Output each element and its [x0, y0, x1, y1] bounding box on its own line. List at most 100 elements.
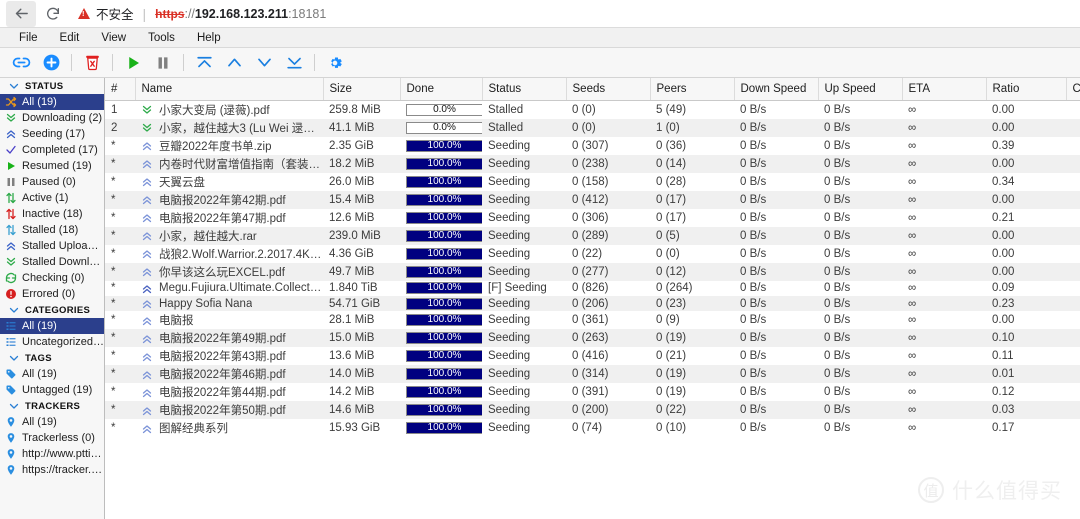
- table-row[interactable]: * 小家，越住越大.rar 239.0 MiB 100.0% Seeding 0 (289…: [105, 226, 1080, 245]
- move-top-button[interactable]: [189, 50, 219, 76]
- cell-eta: ∞: [902, 311, 986, 330]
- menu-item-file[interactable]: File: [8, 28, 49, 48]
- cell-peers: 0 (21): [650, 347, 734, 366]
- sidebar-item-trackers[interactable]: http://www.ptti…: [0, 446, 104, 462]
- cell-cat: [1066, 100, 1080, 119]
- move-down-button[interactable]: [249, 50, 279, 76]
- torrent-table-container[interactable]: # Name Size Done Status Seeds Peers Down Speed U…: [105, 78, 1080, 519]
- table-row[interactable]: * 电脑报2022年第49期.pdf 15.0 MiB 100.0% Seeding 0 …: [105, 329, 1080, 348]
- sidebar-item-status[interactable]: Checking (0): [0, 270, 104, 286]
- double-chevron-up-icon: [141, 333, 153, 344]
- table-row[interactable]: * 电脑报2022年第50期.pdf 14.6 MiB 100.0% Seeding 0 …: [105, 401, 1080, 420]
- column-header-size[interactable]: Size: [323, 78, 401, 101]
- double-chevron-up-icon: [141, 283, 153, 294]
- sidebar-item-tags[interactable]: All (19): [0, 366, 104, 382]
- sidebar-item-status[interactable]: Paused (0): [0, 174, 104, 190]
- cell-size: 49.7 MiB: [323, 262, 400, 281]
- sidebar-section-header-status[interactable]: STATUS: [0, 78, 104, 94]
- sidebar-item-label: Completed (17): [22, 144, 98, 156]
- settings-button[interactable]: [320, 50, 350, 76]
- add-torrent-link-button[interactable]: [6, 50, 36, 76]
- sidebar-item-status[interactable]: All (19): [0, 94, 104, 110]
- add-torrent-file-button[interactable]: [36, 50, 66, 76]
- progress-label: 100.0%: [427, 350, 462, 362]
- column-header-eta[interactable]: ETA: [902, 78, 987, 101]
- cell-cat: [1066, 190, 1080, 209]
- table-row[interactable]: * 豆瓣2022年度书单.zip 2.35 GiB 100.0% Seeding 0 (3…: [105, 136, 1080, 155]
- table-row[interactable]: * 电脑报2022年第42期.pdf 15.4 MiB 100.0% Seeding 0 …: [105, 190, 1080, 209]
- column-header-seeds[interactable]: Seeds: [566, 78, 651, 101]
- sidebar-item-status[interactable]: Active (1): [0, 190, 104, 206]
- table-row[interactable]: * 你早该这么玩EXCEL.pdf 49.7 MiB 100.0% Seeding 0 (…: [105, 262, 1080, 281]
- menu-item-tools[interactable]: Tools: [137, 28, 186, 48]
- sidebar-item-categories[interactable]: All (19): [0, 318, 104, 334]
- menu-item-edit[interactable]: Edit: [49, 28, 91, 48]
- pause-icon: [158, 56, 168, 69]
- column-header-name[interactable]: Name: [135, 78, 324, 101]
- resume-button[interactable]: [118, 50, 148, 76]
- cell-cat: [1066, 262, 1080, 281]
- cell-cat: [1066, 280, 1080, 296]
- reload-button[interactable]: [38, 1, 68, 27]
- column-header-status[interactable]: Status: [482, 78, 567, 101]
- sidebar-item-status[interactable]: Inactive (18): [0, 206, 104, 222]
- table-row[interactable]: 1 小家大变局 (逯薇).pdf 259.8 MiB 0.0% Stalled 0 (0)…: [105, 100, 1080, 119]
- column-header-idx[interactable]: #: [105, 78, 136, 101]
- move-bottom-button[interactable]: [279, 50, 309, 76]
- cell-status: Seeding: [482, 226, 566, 245]
- move-up-button[interactable]: [219, 50, 249, 76]
- column-header-peers[interactable]: Peers: [650, 78, 735, 101]
- cell-status: Seeding: [482, 190, 566, 209]
- table-row[interactable]: * 图解经典系列 15.93 GiB 100.0% Seeding 0 (74) 0 (10…: [105, 419, 1080, 438]
- table-row[interactable]: * Megu.Fujiura.Ultimate.Collection 1.840 T…: [105, 280, 1080, 296]
- column-header-ratio[interactable]: Ratio: [986, 78, 1067, 101]
- column-header-down[interactable]: Down Speed: [734, 78, 819, 101]
- cell-cat: [1066, 136, 1080, 155]
- table-row[interactable]: * 电脑报 28.1 MiB 100.0% Seeding 0 (361) 0 (9) 0 B…: [105, 311, 1080, 330]
- cell-done: 100.0%: [400, 295, 482, 312]
- sidebar-item-categories[interactable]: Uncategorized …: [0, 334, 104, 350]
- sidebar-item-trackers[interactable]: https://tracker.…: [0, 462, 104, 478]
- sidebar-item-status[interactable]: Stalled Uploadi…: [0, 238, 104, 254]
- back-button[interactable]: [6, 0, 36, 27]
- cell-down: 0 B/s: [734, 383, 818, 402]
- sidebar-item-status[interactable]: Downloading (2): [0, 110, 104, 126]
- torrent-name: 电脑报2022年第50期.pdf: [159, 405, 286, 418]
- sidebar-section-header-categories[interactable]: CATEGORIES: [0, 302, 104, 318]
- torrent-name: 电脑报2022年第42期.pdf: [159, 194, 286, 207]
- sidebar-item-status[interactable]: Stalled (18): [0, 222, 104, 238]
- sidebar-section-header-tags[interactable]: TAGS: [0, 350, 104, 366]
- table-row[interactable]: *内卷时代财富增值指南（套装共12…18.2 MiB100.0%Seeding0…: [105, 154, 1080, 173]
- up-down-arrows-icon: [5, 192, 17, 204]
- column-header-done[interactable]: Done: [400, 78, 483, 101]
- sidebar-item-trackers[interactable]: Trackerless (0): [0, 430, 104, 446]
- cell-idx: 1: [105, 100, 135, 119]
- sidebar-item-trackers[interactable]: All (19): [0, 414, 104, 430]
- menu-item-help[interactable]: Help: [186, 28, 232, 48]
- table-row[interactable]: * 电脑报2022年第44期.pdf 14.2 MiB 100.0% Seeding 0 …: [105, 383, 1080, 402]
- column-header-up[interactable]: Up Speed: [818, 78, 903, 101]
- cell-ratio: 0.12: [986, 383, 1066, 402]
- sidebar-item-status[interactable]: Seeding (17): [0, 126, 104, 142]
- table-row[interactable]: * 战狼2.Wolf.Warrior.2.2017.4K.WE…4.36 GiB 1…: [105, 244, 1080, 263]
- table-row[interactable]: * 电脑报2022年第43期.pdf 13.6 MiB 100.0% Seeding 0 …: [105, 347, 1080, 366]
- table-row[interactable]: * 天翼云盘 26.0 MiB 100.0% Seeding 0 (158) 0 (28) 0…: [105, 172, 1080, 191]
- table-row[interactable]: * Happy Sofia Nana 54.71 GiB 100.0% Seeding 0…: [105, 295, 1080, 312]
- double-chevron-up-icon: [141, 248, 153, 259]
- column-header-cat[interactable]: Ca: [1066, 78, 1080, 101]
- sidebar-item-status[interactable]: Errored (0): [0, 286, 104, 302]
- cell-status: Seeding: [482, 136, 566, 155]
- menu-item-view[interactable]: View: [90, 28, 137, 48]
- sidebar-item-tags[interactable]: Untagged (19): [0, 382, 104, 398]
- sidebar-item-status[interactable]: Stalled Downlo…: [0, 254, 104, 270]
- address-bar[interactable]: 不安全 | https://192.168.123.211:18181: [78, 3, 1074, 25]
- cell-eta: ∞: [902, 347, 986, 366]
- sidebar-item-status[interactable]: Completed (17): [0, 142, 104, 158]
- delete-button[interactable]: [77, 50, 107, 76]
- pause-button[interactable]: [148, 50, 178, 76]
- sidebar-section-header-trackers[interactable]: TRACKERS: [0, 398, 104, 414]
- table-row[interactable]: * 电脑报2022年第47期.pdf 12.6 MiB 100.0% Seeding 0 …: [105, 208, 1080, 227]
- table-row[interactable]: * 电脑报2022年第46期.pdf 14.0 MiB 100.0% Seeding 0 …: [105, 365, 1080, 384]
- sidebar-item-status[interactable]: Resumed (19): [0, 158, 104, 174]
- table-row[interactable]: 2 小家，越住越大3 (Lu Wei 逯薇).pdf 41.1 MiB 0.0% Sta…: [105, 118, 1080, 137]
